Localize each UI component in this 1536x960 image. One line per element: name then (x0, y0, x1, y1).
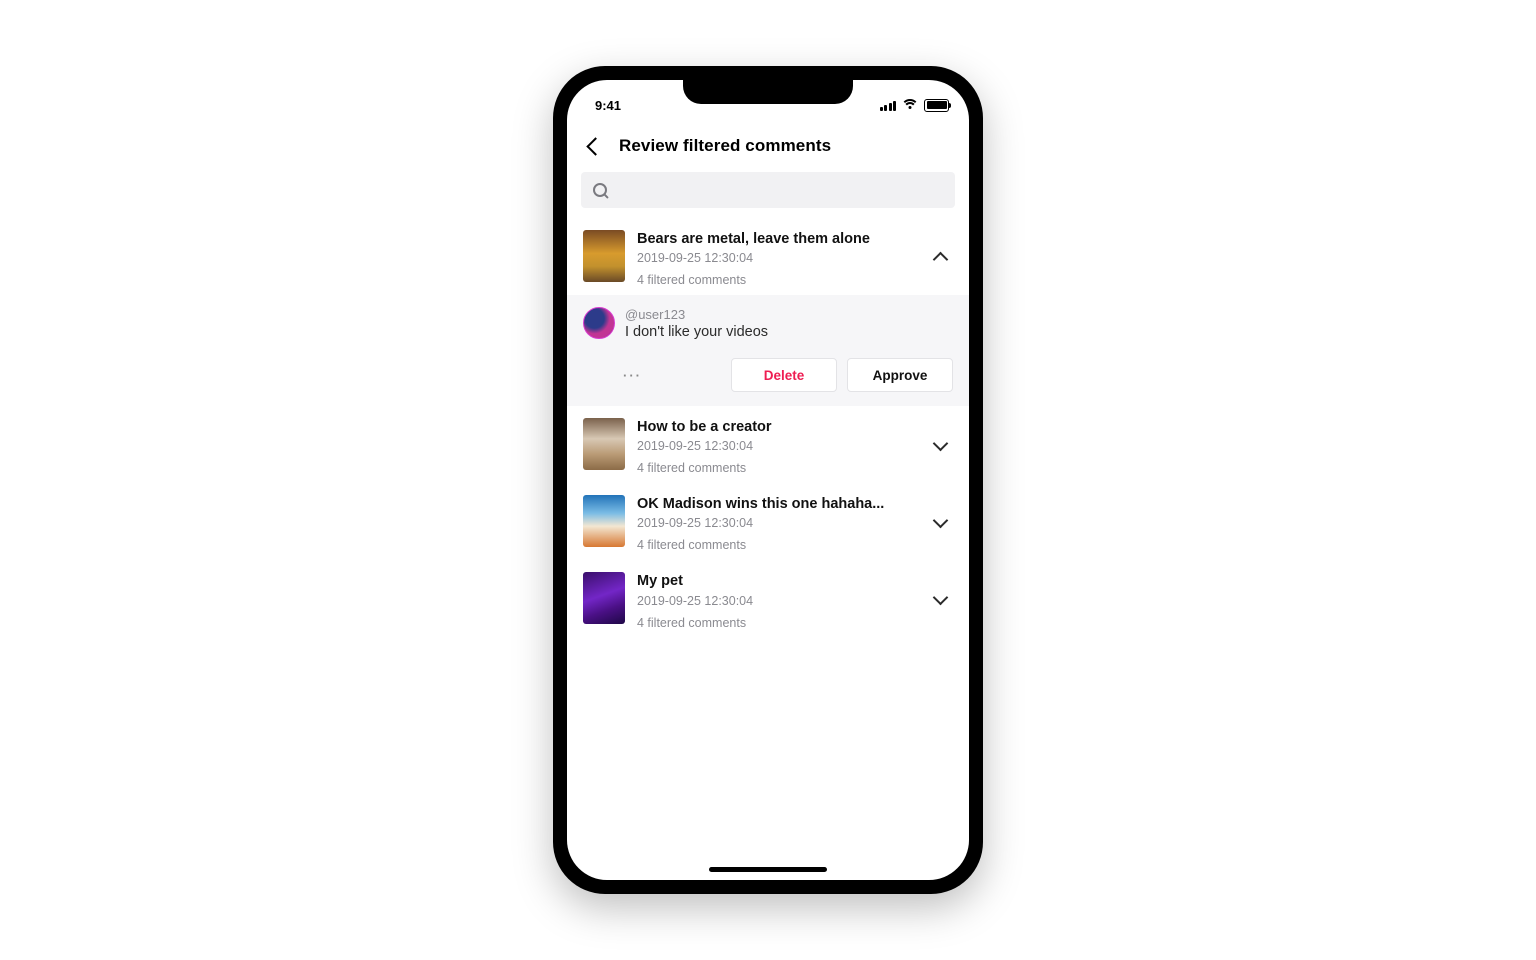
search-row (567, 172, 969, 218)
search-field[interactable] (581, 172, 955, 208)
video-date: 2019-09-25 12:30:04 (637, 516, 953, 530)
status-time: 9:41 (595, 98, 621, 113)
chevron-down-icon (932, 513, 948, 529)
comment-username[interactable]: @user123 (625, 307, 953, 322)
filtered-count: 4 filtered comments (637, 616, 953, 630)
notch (683, 80, 853, 104)
video-title: OK Madison wins this one hahaha... (637, 495, 953, 513)
wifi-icon (902, 99, 918, 111)
chevron-up-icon (932, 251, 948, 267)
video-thumbnail (583, 495, 625, 547)
battery-icon (924, 99, 949, 112)
video-thumbnail (583, 230, 625, 282)
search-icon (593, 183, 606, 197)
comment-text: I don't like your videos (625, 324, 953, 340)
chevron-down-icon (932, 590, 948, 606)
cellular-icon (880, 100, 897, 111)
approve-button[interactable]: Approve (847, 358, 953, 392)
expand-button[interactable] (929, 588, 951, 610)
more-button[interactable]: ··· (623, 369, 642, 382)
video-list[interactable]: Bears are metal, leave them alone 2019-0… (567, 218, 969, 880)
video-title: Bears are metal, leave them alone (637, 230, 953, 248)
video-date: 2019-09-25 12:30:04 (637, 439, 953, 453)
back-button[interactable] (581, 132, 609, 160)
filtered-count: 4 filtered comments (637, 538, 953, 552)
video-thumbnail (583, 418, 625, 470)
chevron-down-icon (932, 436, 948, 452)
video-title: My pet (637, 572, 953, 590)
video-item[interactable]: OK Madison wins this one hahaha... 2019-… (567, 483, 969, 560)
filtered-count: 4 filtered comments (637, 461, 953, 475)
search-input[interactable] (616, 181, 943, 199)
delete-button[interactable]: Delete (731, 358, 837, 392)
screen: 9:41 Review filtered comments (567, 80, 969, 880)
video-thumbnail (583, 572, 625, 624)
collapse-button[interactable] (929, 246, 951, 268)
page-title: Review filtered comments (619, 136, 831, 156)
video-date: 2019-09-25 12:30:04 (637, 594, 953, 608)
expand-button[interactable] (929, 511, 951, 533)
avatar[interactable] (583, 307, 615, 339)
home-indicator[interactable] (709, 867, 827, 872)
video-item[interactable]: My pet 2019-09-25 12:30:04 4 filtered co… (567, 560, 969, 637)
expand-button[interactable] (929, 434, 951, 456)
video-item[interactable]: How to be a creator 2019-09-25 12:30:04 … (567, 406, 969, 483)
video-item[interactable]: Bears are metal, leave them alone 2019-0… (567, 218, 969, 295)
video-date: 2019-09-25 12:30:04 (637, 251, 953, 265)
chevron-left-icon (586, 137, 604, 155)
page-header: Review filtered comments (567, 122, 969, 172)
filtered-count: 4 filtered comments (637, 273, 953, 287)
phone-frame: 9:41 Review filtered comments (553, 66, 983, 894)
filtered-comment-panel: @user123 I don't like your videos ··· De… (567, 295, 969, 406)
video-title: How to be a creator (637, 418, 953, 436)
